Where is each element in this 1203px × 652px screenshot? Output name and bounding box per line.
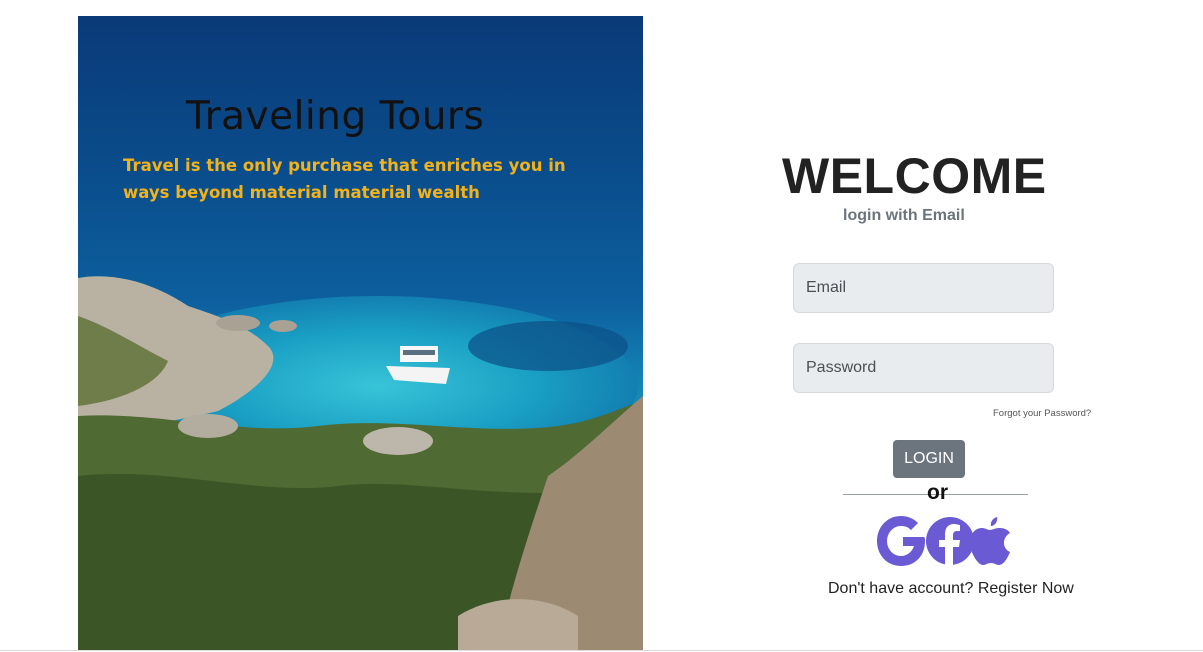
- google-icon[interactable]: [877, 515, 927, 571]
- welcome-heading: WELCOME: [782, 148, 1047, 204]
- email-field[interactable]: [793, 263, 1054, 313]
- register-now-link[interactable]: Register Now: [978, 580, 1074, 597]
- login-button[interactable]: LOGIN: [893, 440, 965, 478]
- hero-tagline: Travel is the only purchase that enriche…: [123, 156, 566, 202]
- bottom-divider: [0, 650, 1203, 651]
- or-label: or: [927, 481, 948, 504]
- forgot-password-link[interactable]: Forgot your Password?: [993, 408, 1091, 419]
- register-row: Don't have account? Register Now: [828, 580, 1074, 598]
- facebook-icon[interactable]: [925, 515, 975, 571]
- hero-image: Traveling Tours Travel is the only purch…: [78, 16, 643, 650]
- apple-icon[interactable]: [970, 515, 1012, 571]
- login-subheading: login with Email: [843, 207, 965, 224]
- hero-title: Traveling Tours: [186, 94, 485, 139]
- password-field[interactable]: [793, 343, 1054, 393]
- register-prompt: Don't have account?: [828, 580, 974, 597]
